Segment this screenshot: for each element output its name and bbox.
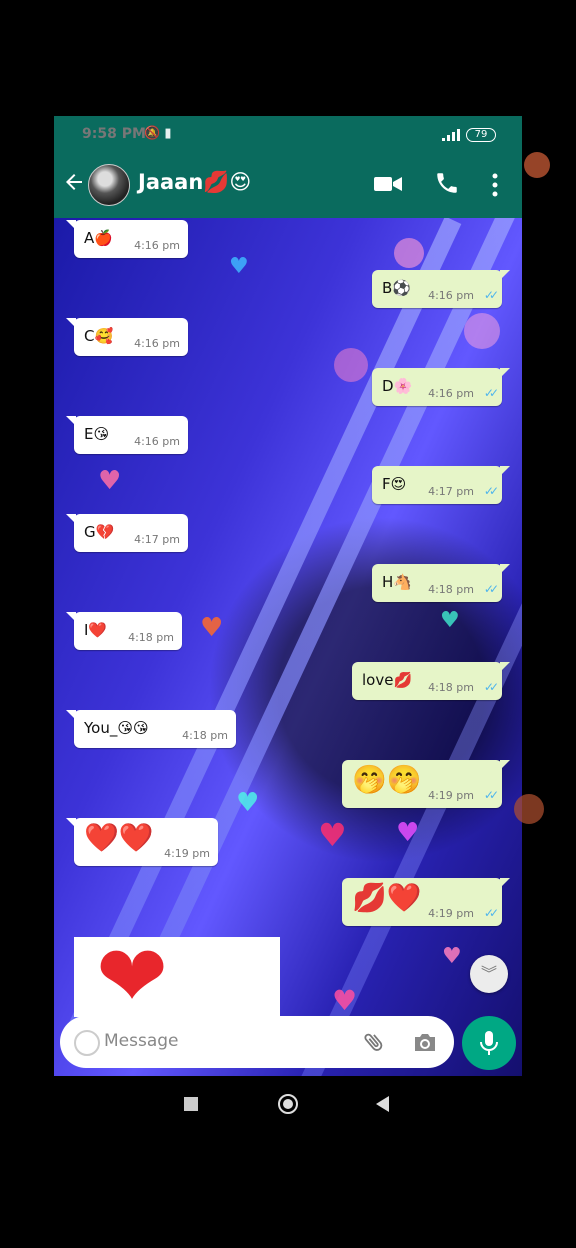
status-icons: 🔕 ▮ (144, 126, 172, 141)
message-text: C🥰 (84, 327, 114, 345)
message-time: 4:19 pm (428, 907, 474, 920)
message-text: E😘 (84, 425, 110, 443)
message-time: 4:17 pm (428, 485, 474, 498)
wallpaper-heart: ♥ (229, 254, 249, 279)
status-bar: 9:58 PM 🔕 ▮ 79 (54, 116, 522, 152)
wallpaper-heart: ♥ (440, 608, 460, 633)
back-button[interactable] (376, 1096, 389, 1112)
camera-icon[interactable] (412, 1030, 438, 1054)
emoji-icon[interactable] (74, 1030, 100, 1056)
message-out[interactable]: love💋 4:18 pm ✓✓ (352, 662, 510, 700)
more-vert-icon[interactable] (490, 172, 500, 198)
message-time: 4:16 pm (428, 289, 474, 302)
message-in[interactable]: C🥰 4:16 pm (66, 318, 188, 356)
wallpaper-bokeh (334, 348, 368, 382)
message-out[interactable]: H🐴 4:18 pm ✓✓ (372, 564, 510, 602)
wallpaper-heart: ♥ (98, 466, 122, 496)
system-nav-bar (0, 1080, 576, 1128)
recents-button[interactable] (184, 1097, 198, 1111)
message-in[interactable]: ❤️❤️ 4:19 pm (66, 818, 218, 866)
message-out[interactable]: 🤭🤭 4:19 pm ✓✓ (342, 760, 510, 808)
message-out[interactable]: 💋❤️ 4:19 pm ✓✓ (342, 878, 510, 926)
wallpaper-heart: ♥ (442, 944, 462, 969)
paperclip-icon[interactable] (362, 1030, 386, 1054)
message-text: I❤️ (84, 621, 108, 639)
message-time: 4:19 pm (428, 789, 474, 802)
status-time: 9:58 PM (82, 126, 146, 142)
message-text: F😍 (382, 475, 407, 493)
overlay-bokeh (514, 794, 544, 824)
arrow-left-icon[interactable] (62, 170, 86, 194)
big-heart-message[interactable]: ❤ (74, 927, 280, 1027)
wallpaper-heart: ♥ (318, 816, 347, 854)
big-heart: ❤ (96, 927, 169, 1027)
double-chevron-down-icon[interactable]: ︾ (470, 955, 508, 993)
read-ticks-icon: ✓✓ (483, 788, 499, 802)
read-ticks-icon: ✓✓ (483, 582, 499, 596)
battery-indicator: 79 (466, 128, 496, 142)
message-input[interactable]: Message (104, 1031, 179, 1051)
message-text: You_😘😘 (84, 719, 149, 737)
message-text: ❤️❤️ (84, 821, 154, 854)
wallpaper-heart: ♥ (332, 984, 358, 1017)
message-time: 4:17 pm (134, 533, 180, 546)
phone-screen: 9:58 PM 🔕 ▮ 79 Jaaan💋😍 ♥ ♥ ♥ ♥ ♥ ♥ ♥ ♥ ♥… (54, 116, 522, 1076)
overlay-bokeh (524, 152, 550, 178)
wallpaper-heart: ♥ (396, 818, 420, 848)
message-text: H🐴 (382, 573, 412, 591)
phone-icon[interactable] (434, 170, 460, 196)
message-time: 4:18 pm (182, 729, 228, 742)
message-time: 4:18 pm (428, 681, 474, 694)
wallpaper-bokeh (464, 313, 500, 349)
contact-name[interactable]: Jaaan💋😍 (138, 170, 251, 195)
message-time: 4:16 pm (428, 387, 474, 400)
chat-header: Jaaan💋😍 (54, 152, 522, 218)
microphone-icon (480, 1031, 498, 1055)
message-out[interactable]: F😍 4:17 pm ✓✓ (372, 466, 510, 504)
message-input-bar[interactable]: Message (60, 1016, 454, 1068)
read-ticks-icon: ✓✓ (483, 288, 499, 302)
signal-icon (442, 129, 460, 141)
message-text: B⚽ (382, 279, 411, 297)
message-in[interactable]: You_😘😘 4:18 pm (66, 710, 236, 748)
message-text: D🌸 (382, 377, 413, 395)
message-text: 🤭🤭 (352, 763, 422, 796)
message-out[interactable]: B⚽ 4:16 pm ✓✓ (372, 270, 510, 308)
message-in[interactable]: E😘 4:16 pm (66, 416, 188, 454)
wallpaper-heart: ♥ (236, 788, 260, 818)
avatar[interactable] (88, 164, 130, 206)
video-camera-icon[interactable] (374, 174, 402, 194)
message-in[interactable]: A🍎 4:16 pm (66, 220, 188, 258)
message-in[interactable]: I❤️ 4:18 pm (66, 612, 182, 650)
read-ticks-icon: ✓✓ (483, 484, 499, 498)
read-ticks-icon: ✓✓ (483, 386, 499, 400)
message-text: A🍎 (84, 229, 113, 247)
message-time: 4:19 pm (164, 847, 210, 860)
read-ticks-icon: ✓✓ (483, 680, 499, 694)
wallpaper-bokeh (394, 238, 424, 268)
message-out[interactable]: D🌸 4:16 pm ✓✓ (372, 368, 510, 406)
message-in[interactable]: G💔 4:17 pm (66, 514, 188, 552)
message-time: 4:16 pm (134, 337, 180, 350)
read-ticks-icon: ✓✓ (483, 906, 499, 920)
message-time: 4:18 pm (428, 583, 474, 596)
message-text: 💋❤️ (352, 881, 422, 914)
message-text: G💔 (84, 523, 115, 541)
home-button[interactable] (278, 1094, 298, 1114)
message-time: 4:18 pm (128, 631, 174, 644)
wallpaper-heart: ♥ (200, 613, 224, 643)
microphone-button[interactable] (462, 1016, 516, 1070)
message-time: 4:16 pm (134, 435, 180, 448)
message-text: love💋 (362, 671, 413, 689)
message-time: 4:16 pm (134, 239, 180, 252)
